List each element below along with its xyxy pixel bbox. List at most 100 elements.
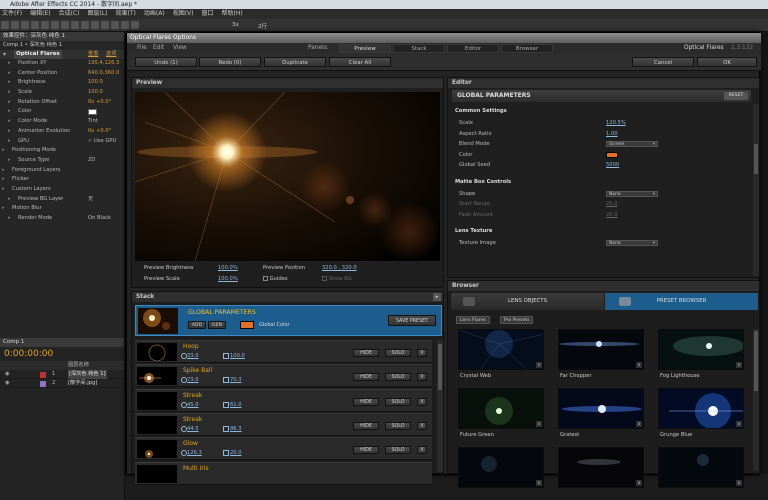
expand-arrow-icon[interactable]: ▸: [2, 146, 5, 156]
editor-param-select[interactable]: None ▾: [606, 240, 658, 246]
stack-item-scale[interactable]: 20.0: [230, 450, 242, 456]
stack-item[interactable]: Spike Ball 73.0 70.3 HIDE SOLO X: [135, 364, 432, 388]
menu-help[interactable]: 帮助(H): [222, 9, 243, 19]
menu-animation[interactable]: 动画(A): [144, 9, 165, 19]
solo-button[interactable]: SOLO: [385, 373, 411, 382]
add-button[interactable]: ADD: [188, 321, 206, 329]
stack-item-scale[interactable]: 61.0: [230, 402, 242, 408]
panel-tab-stack[interactable]: Stack: [393, 44, 445, 53]
solo-button[interactable]: SOLO: [385, 397, 411, 406]
expand-arrow-icon[interactable]: ▸: [8, 69, 11, 79]
stack-item-brightness[interactable]: 73.0: [187, 377, 199, 383]
effect-property-row[interactable]: ▸ Center Position 640.0,360.0: [0, 69, 124, 79]
expand-arrow-icon[interactable]: ▸: [8, 195, 11, 205]
expand-arrow-icon[interactable]: ▸: [8, 117, 11, 127]
expand-arrow-icon[interactable]: ▸: [2, 175, 5, 185]
effect-property-row[interactable]: ▸ Color: [0, 107, 124, 117]
stack-item-scale[interactable]: 100.0: [230, 353, 245, 359]
eraser-tool-icon[interactable]: [111, 21, 119, 29]
expand-arrow-icon[interactable]: ▸: [8, 137, 11, 147]
expand-arrow-icon[interactable]: ▸: [8, 214, 11, 224]
expand-arrow-icon[interactable]: ▸: [8, 107, 11, 117]
preset-tile[interactable]: x: [658, 388, 744, 429]
preset-remove-icon[interactable]: x: [636, 421, 642, 427]
dialog-menu-edit[interactable]: Edit: [153, 43, 164, 54]
current-time[interactable]: 0:00:00:00: [0, 347, 124, 361]
preset-browser-tab[interactable]: PRESET BROWSER: [605, 293, 758, 310]
stack-item[interactable]: Streak 44.5 86.3 HIDE SOLO X: [135, 412, 432, 436]
editor-color-swatch[interactable]: [606, 151, 618, 158]
preset-remove-icon[interactable]: x: [736, 421, 742, 427]
menu-view[interactable]: 视图(V): [173, 9, 194, 19]
selection-tool-icon[interactable]: [1, 21, 9, 29]
menu-layer[interactable]: 图层(L): [88, 9, 108, 19]
preview-position-value[interactable]: 320.0 , 320.0: [322, 265, 357, 271]
effect-property-value[interactable]: 2D: [88, 156, 95, 166]
crumb-lens-flares[interactable]: Lens Flares: [456, 316, 490, 324]
editor-scrollbar-thumb[interactable]: [754, 144, 758, 174]
solo-button[interactable]: SOLO: [385, 421, 411, 430]
editor-param-row[interactable]: Blend Mode Screen ▾: [452, 139, 749, 149]
effect-property-value[interactable]: 0x +0.0°: [88, 98, 111, 108]
preset-tile[interactable]: x: [458, 329, 544, 370]
preview-scale-value[interactable]: 100.0%: [218, 276, 238, 282]
layer-name[interactable]: [散字间.jpg]: [68, 379, 97, 388]
effect-property-value[interactable]: 195.4,126.3: [88, 59, 119, 69]
preset-tile[interactable]: x: [458, 388, 544, 429]
editor-param-select[interactable]: Screen ▾: [606, 141, 658, 147]
expand-arrow-icon[interactable]: ▸: [8, 88, 11, 98]
expand-arrow-icon[interactable]: ▸: [8, 156, 11, 166]
effect-property-row[interactable]: ▸ Positioning Mode: [0, 146, 124, 156]
stack-scrollbar-thumb[interactable]: [438, 344, 442, 390]
brush-tool-icon[interactable]: [91, 21, 99, 29]
stack-global-parameters[interactable]: GLOBAL PARAMETERS ADD GEN Global Color S…: [135, 305, 442, 336]
remove-button[interactable]: X: [417, 373, 427, 382]
menu-edit[interactable]: 编辑(E): [30, 9, 50, 19]
hand-tool-icon[interactable]: [11, 21, 19, 29]
cancel-button[interactable]: Cancel: [632, 57, 694, 67]
editor-param-row[interactable]: Fade Amount 20.0: [452, 210, 749, 220]
editor-param-row[interactable]: Start Range 20.0: [452, 199, 749, 209]
hide-button[interactable]: HIDE: [353, 421, 379, 430]
remove-button[interactable]: X: [417, 349, 427, 357]
preset-remove-icon[interactable]: x: [536, 480, 542, 486]
editor-param-row[interactable]: Aspect Ratio 1.00: [452, 129, 749, 139]
undo-button[interactable]: Undo (1): [135, 57, 197, 67]
dialog-menu-file[interactable]: File: [137, 43, 147, 54]
browser-scrollbar-thumb[interactable]: [754, 331, 758, 391]
expand-arrow-icon[interactable]: ▸: [8, 78, 11, 88]
menu-window[interactable]: 窗口: [201, 9, 213, 19]
editor-param-value[interactable]: 120.5%: [606, 118, 626, 128]
global-color-swatch[interactable]: [240, 321, 254, 329]
effect-property-value[interactable]: 100.0: [88, 78, 103, 88]
ok-button[interactable]: OK: [697, 57, 757, 67]
preset-tile[interactable]: x: [558, 388, 644, 429]
stack-item-brightness[interactable]: 44.5: [187, 426, 199, 432]
pen-tool-icon[interactable]: [71, 21, 79, 29]
effect-property-value[interactable]: Tint: [88, 117, 98, 127]
timeline-tab[interactable]: Comp 1: [0, 338, 124, 347]
panel-tab-preview[interactable]: Preview: [339, 44, 391, 53]
stack-item[interactable]: Multi Iris: [135, 461, 432, 485]
expand-arrow-icon[interactable]: ▸: [2, 166, 5, 176]
zoom-tool-icon[interactable]: [21, 21, 29, 29]
effect-property-value[interactable]: 100.0: [88, 88, 103, 98]
effect-property-row[interactable]: ▸ Motion Blur: [0, 204, 124, 214]
editor-param-value[interactable]: 1.00: [606, 129, 618, 139]
panel-tab-browser[interactable]: Browser: [501, 44, 553, 53]
expand-arrow-icon[interactable]: ▸: [2, 185, 5, 195]
clear-all-button[interactable]: Clear All: [329, 57, 391, 67]
editor-param-value[interactable]: 20.0: [606, 210, 618, 220]
roto-tool-icon[interactable]: [121, 21, 129, 29]
camera-tool-icon[interactable]: [41, 21, 49, 29]
expand-arrow-icon[interactable]: ▸: [8, 59, 11, 69]
guides-checkbox[interactable]: [263, 276, 268, 281]
save-preset-button[interactable]: SAVE PRESET: [388, 315, 436, 326]
effect-property-row[interactable]: ▸ Scale 100.0: [0, 88, 124, 98]
stack-item[interactable]: Hoop 33.0 100.0 HIDE SOLO X: [135, 340, 432, 363]
effect-property-value[interactable]: 640.0,360.0: [88, 69, 119, 79]
effect-property-value[interactable]: ✓ Use GPU: [88, 137, 116, 147]
preset-tile[interactable]: x: [658, 447, 744, 488]
editor-param-row[interactable]: Texture Image None ▾: [452, 238, 749, 248]
effect-property-row[interactable]: ▸ Rotation Offset 0x +0.0°: [0, 98, 124, 108]
